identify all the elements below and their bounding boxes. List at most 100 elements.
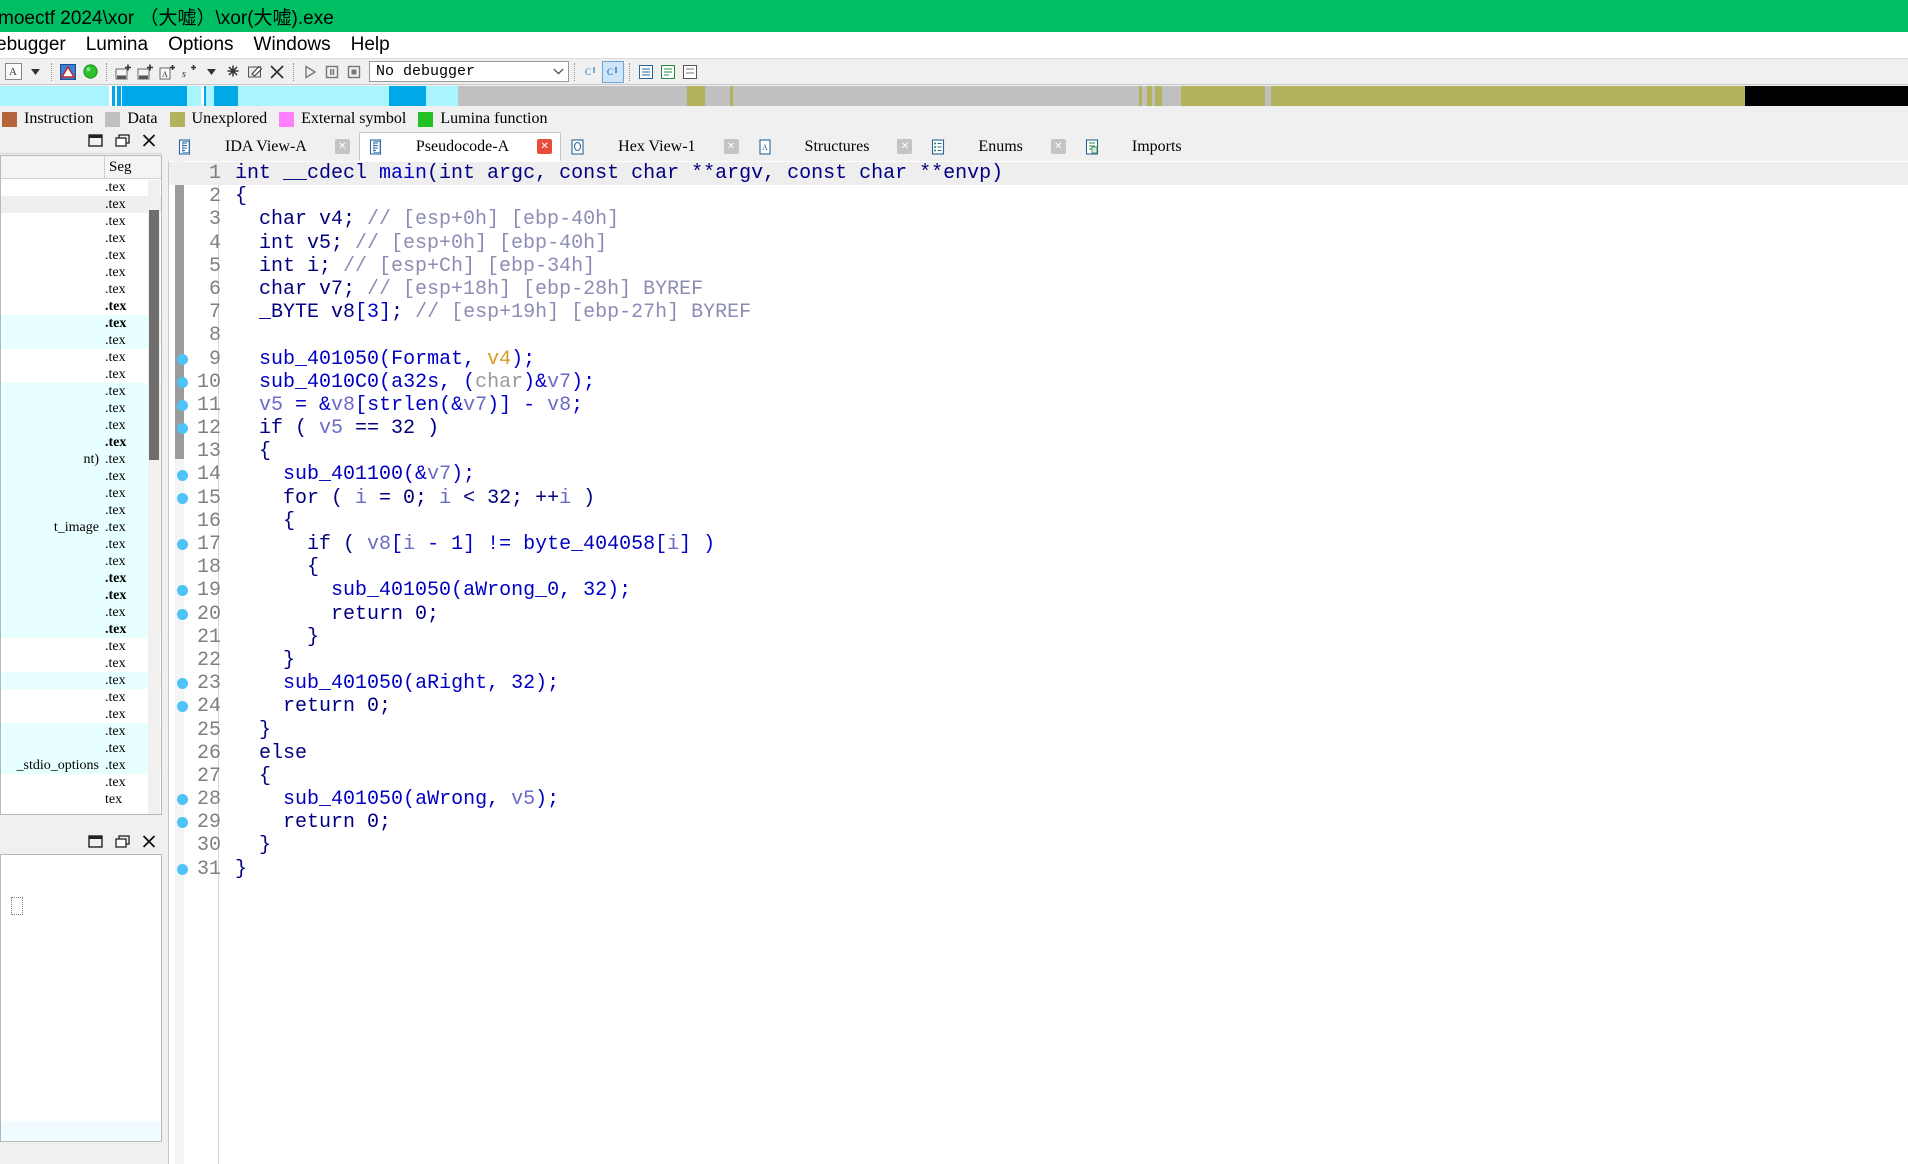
- code-text[interactable]: sub_401050(Format, v4);: [225, 348, 535, 371]
- code-line[interactable]: 18 {: [169, 556, 1908, 579]
- code-line[interactable]: 16 {: [169, 510, 1908, 533]
- column-header-segment[interactable]: Seg: [105, 156, 161, 178]
- function-list-row[interactable]: .tex: [1, 655, 161, 672]
- code-text[interactable]: return 0;: [225, 695, 391, 718]
- function-list-row[interactable]: .tex: [1, 587, 161, 604]
- breakpoint-marker-icon[interactable]: [169, 794, 195, 806]
- font-button[interactable]: A: [2, 61, 24, 83]
- breakpoint-marker-icon[interactable]: [169, 585, 195, 597]
- edit-function-button[interactable]: [244, 61, 266, 83]
- navband-segment[interactable]: [686, 86, 706, 106]
- breakpoint-marker-icon[interactable]: [169, 399, 195, 411]
- function-list-row[interactable]: .tex: [1, 213, 161, 230]
- code-text[interactable]: sub_401050(aWrong, v5);: [225, 788, 559, 811]
- code-line[interactable]: 9 sub_401050(Format, v4);: [169, 348, 1908, 371]
- code-text[interactable]: return 0;: [225, 603, 439, 626]
- navband-segment[interactable]: [0, 86, 110, 106]
- function-list-row[interactable]: .tex: [1, 621, 161, 638]
- navband-segment[interactable]: [1744, 86, 1908, 106]
- code-line[interactable]: 23 sub_401050(aRight, 32);: [169, 672, 1908, 695]
- navband-segment[interactable]: [122, 86, 188, 106]
- function-list-row[interactable]: .tex: [1, 247, 161, 264]
- string-dropdown-button[interactable]: [200, 61, 222, 83]
- tab-structures[interactable]: A Structures ✕: [747, 132, 922, 161]
- function-list-row[interactable]: .tex: [1, 383, 161, 400]
- menu-debugger[interactable]: ebugger: [0, 34, 76, 56]
- code-line[interactable]: 12 if ( v5 == 32 ): [169, 417, 1908, 440]
- tab-close-icon[interactable]: ✕: [723, 139, 739, 154]
- code-text[interactable]: char v7; // [esp+18h] [ebp-28h] BYREF: [225, 278, 703, 301]
- maximize-window-icon[interactable]: [115, 134, 130, 150]
- code-text[interactable]: {: [225, 556, 319, 579]
- code-line[interactable]: 24 return 0;: [169, 695, 1908, 718]
- menu-lumina[interactable]: Lumina: [76, 34, 158, 56]
- breakpoint-marker-icon[interactable]: [169, 376, 195, 388]
- code-line[interactable]: 21 }: [169, 626, 1908, 649]
- code-text[interactable]: }: [225, 858, 247, 881]
- code-line[interactable]: 3 char v4; // [esp+0h] [ebp-40h]: [169, 208, 1908, 231]
- breakpoint-marker-icon[interactable]: [169, 492, 195, 504]
- function-list-row[interactable]: .tex: [1, 689, 161, 706]
- menu-windows[interactable]: Windows: [244, 34, 341, 56]
- tab-pseudocode-a[interactable]: Pseudocode-A ✕: [358, 132, 562, 161]
- function-list-row[interactable]: .tex: [1, 264, 161, 281]
- function-list-row[interactable]: t_image .tex: [1, 519, 161, 536]
- debugger-select[interactable]: No debugger: [369, 61, 569, 82]
- pseudocode-lines[interactable]: 1 int __cdecl main(int argc, const char *…: [169, 161, 1908, 1164]
- code-text[interactable]: for ( i = 0; i < 32; ++i ): [225, 487, 595, 510]
- code-line[interactable]: 8: [169, 324, 1908, 347]
- code-text[interactable]: int v5; // [esp+0h] [ebp-40h]: [225, 232, 607, 255]
- function-list-row[interactable]: .tex: [1, 740, 161, 757]
- code-line[interactable]: 29 return 0;: [169, 811, 1908, 834]
- code-line[interactable]: 17 if ( v8[i - 1] != byte_404058[i] ): [169, 533, 1908, 556]
- code-line[interactable]: 27 {: [169, 765, 1908, 788]
- output-input-line[interactable]: [1, 1121, 161, 1141]
- code-text[interactable]: sub_401050(aRight, 32);: [225, 672, 559, 695]
- code-text[interactable]: char v4; // [esp+0h] [ebp-40h]: [225, 208, 619, 231]
- breakpoint-marker-icon[interactable]: [169, 423, 195, 435]
- code-line[interactable]: 14 sub_401100(&v7);: [169, 463, 1908, 486]
- maximize-output-icon[interactable]: [115, 834, 130, 851]
- code-text[interactable]: }: [225, 719, 271, 742]
- code-line[interactable]: 2{: [169, 185, 1908, 208]
- navigation-band[interactable]: [0, 86, 1908, 106]
- code-text[interactable]: }: [225, 649, 295, 672]
- make-code-button[interactable]: [112, 61, 134, 83]
- navband-segment[interactable]: [214, 86, 239, 106]
- font-dropdown-button[interactable]: [24, 61, 46, 83]
- navband-segment[interactable]: [1181, 86, 1265, 106]
- function-list-row[interactable]: tex: [1, 791, 161, 808]
- code-line[interactable]: 20 return 0;: [169, 603, 1908, 626]
- column-header-name[interactable]: [1, 156, 105, 178]
- code-text[interactable]: int i; // [esp+Ch] [ebp-34h]: [225, 255, 595, 278]
- code-text[interactable]: sub_401100(&v7);: [225, 463, 475, 486]
- function-list-row[interactable]: .tex: [1, 672, 161, 689]
- output-window[interactable]: [0, 854, 162, 1142]
- pause-button[interactable]: [321, 61, 343, 83]
- function-list-row[interactable]: .tex: [1, 179, 161, 196]
- navband-segment[interactable]: [705, 86, 731, 106]
- navband-segment[interactable]: [206, 86, 215, 106]
- navband-segment[interactable]: [238, 86, 389, 106]
- function-list-row[interactable]: .tex: [1, 417, 161, 434]
- function-list-row[interactable]: .tex: [1, 485, 161, 502]
- code-line[interactable]: 5 int i; // [esp+Ch] [ebp-34h]: [169, 255, 1908, 278]
- code-line[interactable]: 7 _BYTE v8[3]; // [esp+19h] [ebp-27h] BY…: [169, 301, 1908, 324]
- code-text[interactable]: {: [225, 510, 295, 533]
- undefine-button[interactable]: [222, 61, 244, 83]
- enums-button[interactable]: [657, 61, 679, 83]
- functions-list[interactable]: .tex .tex .tex .tex .tex .tex .tex .tex .tex .tex…: [1, 179, 161, 808]
- code-line[interactable]: 28 sub_401050(aWrong, v5);: [169, 788, 1908, 811]
- code-line[interactable]: 1 int __cdecl main(int argc, const char *…: [169, 162, 1908, 186]
- functions-vertical-scrollbar[interactable]: [148, 180, 160, 814]
- function-list-row[interactable]: .tex: [1, 366, 161, 383]
- navband-segment[interactable]: [732, 86, 1139, 106]
- navband-segment[interactable]: [388, 86, 426, 106]
- warning-button[interactable]: [57, 61, 79, 83]
- code-text[interactable]: return 0;: [225, 811, 391, 834]
- function-list-row[interactable]: .tex: [1, 349, 161, 366]
- function-list-row[interactable]: nt) .tex: [1, 451, 161, 468]
- code-line[interactable]: 11 v5 = &v8[strlen(&v7)] - v8;: [169, 394, 1908, 417]
- code-line[interactable]: 25 }: [169, 719, 1908, 742]
- code-text[interactable]: if ( v5 == 32 ): [225, 417, 439, 440]
